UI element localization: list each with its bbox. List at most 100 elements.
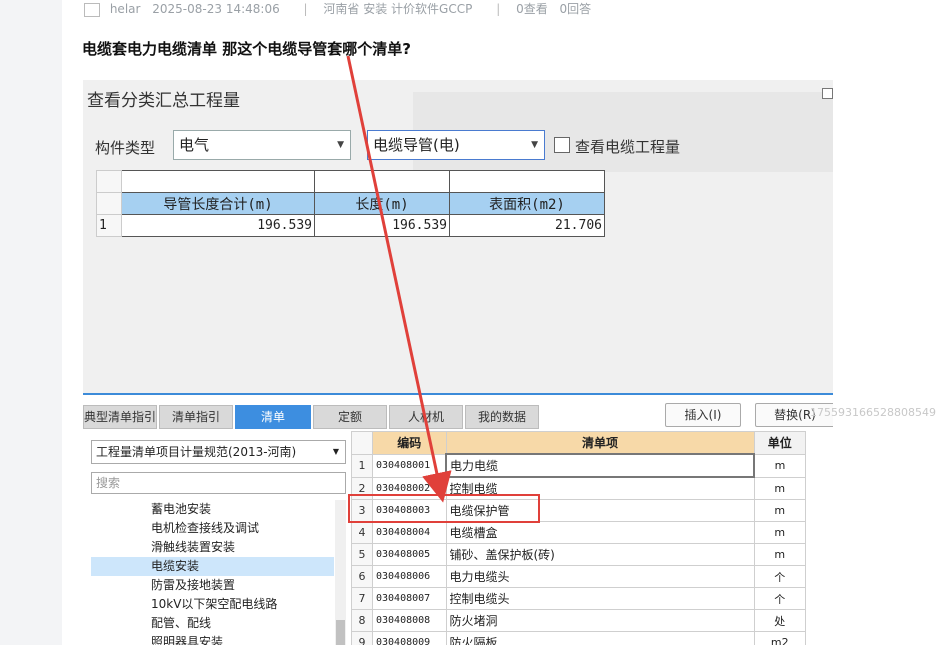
tree-item[interactable]: 滑触线装置安装 (91, 538, 334, 557)
row-number: 6 (351, 565, 373, 588)
unit-cell[interactable]: m (753, 453, 806, 478)
code-cell[interactable]: 030408008 (372, 609, 447, 632)
insert-button[interactable]: 插入(I) (665, 403, 741, 427)
search-input[interactable]: 搜索 (91, 472, 346, 494)
subtype-combo-value: 电缆导管(电) (373, 136, 460, 154)
tree-item[interactable]: 防雷及接地装置 (91, 576, 334, 595)
summary-cell[interactable]: 196.539 (314, 214, 450, 237)
tab-bar: 典型清单指引 清单指引 清单 定额 人材机 我的数据 插入(I) 替换(R) (83, 403, 833, 429)
tree-item[interactable]: 配管、配线 (91, 614, 334, 633)
unit-cell[interactable]: 处 (753, 609, 806, 632)
column-header[interactable]: 长度(m) (314, 192, 450, 215)
corner-cell (351, 431, 373, 455)
type-combo[interactable]: 电气 ▼ (173, 130, 351, 160)
author-name[interactable]: helar (110, 2, 141, 16)
chevron-down-icon: ▼ (531, 140, 538, 150)
unit-cell[interactable]: 个 (753, 565, 806, 588)
answer-count: 0回答 (559, 2, 592, 16)
name-cell[interactable]: 防火隔板 (445, 631, 755, 645)
tab-list[interactable]: 清单 (235, 405, 311, 429)
type-label: 构件类型 (95, 139, 156, 157)
avatar-broken-image-icon (84, 2, 100, 17)
post-meta: helar 2025-08-23 14:48:06 | 河南省 安装 计价软件G… (84, 0, 599, 17)
unit-cell[interactable]: m (753, 499, 806, 522)
unit-cell[interactable]: m (753, 521, 806, 544)
type-combo-value: 电气 (179, 136, 210, 154)
tab-list-guide[interactable]: 清单指引 (159, 405, 233, 429)
column-header[interactable]: 表面积(m2) (449, 192, 605, 215)
table-row[interactable]: 1 030408001 电力电缆 m (351, 453, 806, 478)
tree-item[interactable]: 10kV以下架空配电线路 (91, 595, 334, 614)
name-cell[interactable]: 电力电缆 (445, 453, 755, 478)
embedded-screenshot: 查看分类汇总工程量 构件类型 电气 ▼ 电缆导管(电) ▼ 查看电缆工程量 导管… (83, 80, 833, 645)
summary-table: 导管长度合计(m) 长度(m) 表面积(m2) 1 196.539 196.53… (96, 170, 605, 237)
tree-item-selected[interactable]: 电缆安装 (91, 557, 334, 576)
scrollbar-thumb[interactable] (336, 620, 345, 645)
row-number: 5 (351, 543, 373, 566)
cable-quantity-label: 查看电缆工程量 (575, 138, 681, 156)
column-header[interactable]: 导管长度合计(m) (121, 192, 315, 215)
unit-cell[interactable]: m2 (753, 631, 806, 645)
name-cell[interactable]: 铺砂、盖保护板(砖) (445, 543, 755, 566)
row-number: 7 (351, 587, 373, 610)
row-header (96, 192, 122, 215)
tree-item[interactable]: 照明器具安装 (91, 633, 334, 645)
maximize-icon (822, 88, 833, 99)
summary-cell[interactable]: 21.706 (449, 214, 605, 237)
row-number: 8 (351, 609, 373, 632)
row-number: 4 (351, 521, 373, 544)
cable-quantity-checkbox[interactable] (554, 137, 570, 153)
category-tree: 蓄电池安装 电机检查接线及调试 滑触线装置安装 电缆安装 防雷及接地装置 10k… (91, 500, 334, 645)
table-row[interactable]: 7 030408007 控制电缆头 个 (351, 587, 806, 610)
post-tags[interactable]: 河南省 安装 计价软件GCCP (323, 2, 472, 16)
code-cell[interactable]: 030408004 (372, 521, 447, 544)
summary-cell[interactable]: 196.539 (121, 214, 315, 237)
corner-cell (96, 170, 122, 193)
chevron-down-icon: ▼ (332, 447, 339, 456)
blank-header-cell (449, 170, 605, 193)
code-cell[interactable]: 030408007 (372, 587, 447, 610)
left-panel: 工程量清单项目计量规范(2013-河南) ▼ 搜索 蓄电池安装 电机检查接线及调… (91, 440, 346, 645)
name-cell[interactable]: 防火堵洞 (445, 609, 755, 632)
code-cell[interactable]: 030408009 (372, 631, 447, 645)
separator: | (496, 2, 501, 16)
code-cell[interactable]: 030408005 (372, 543, 447, 566)
column-header-code[interactable]: 编码 (372, 431, 447, 455)
tree-scrollbar[interactable] (335, 500, 346, 645)
name-cell[interactable]: 控制电缆头 (445, 587, 755, 610)
code-cell[interactable]: 030408006 (372, 565, 447, 588)
tab-quota[interactable]: 定额 (313, 405, 387, 429)
tab-my-data[interactable]: 我的数据 (465, 405, 539, 429)
tree-item[interactable]: 电机检查接线及调试 (91, 519, 334, 538)
subtype-combo[interactable]: 电缆导管(电) ▼ (367, 130, 545, 160)
table-row[interactable]: 9 030408009 防火隔板 m2 (351, 631, 806, 645)
tab-materials[interactable]: 人材机 (389, 405, 463, 429)
column-header-item[interactable]: 清单项 (445, 431, 755, 455)
unit-cell[interactable]: 个 (753, 587, 806, 610)
highlight-box (348, 494, 540, 523)
dialog-title: 查看分类汇总工程量 (87, 91, 240, 111)
name-cell[interactable]: 电缆槽盒 (445, 521, 755, 544)
tab-typical-guide[interactable]: 典型清单指引 (83, 405, 157, 429)
blank-header-cell (121, 170, 315, 193)
spec-select[interactable]: 工程量清单项目计量规范(2013-河南) ▼ (91, 440, 346, 464)
list-table: 编码 清单项 单位 1 030408001 电力电缆 m 2 030408002… (351, 431, 806, 645)
view-count: 0查看 (516, 2, 548, 16)
tree-item[interactable]: 蓄电池安装 (91, 500, 334, 519)
table-row[interactable]: 6 030408006 电力电缆头 个 (351, 565, 806, 588)
table-row[interactable]: 4 030408004 电缆槽盒 m (351, 521, 806, 544)
row-number: 9 (351, 631, 373, 645)
table-row[interactable]: 5 030408005 铺砂、盖保护板(砖) m (351, 543, 806, 566)
table-row[interactable]: 8 030408008 防火堵洞 处 (351, 609, 806, 632)
row-number: 1 (96, 214, 122, 237)
column-header-unit[interactable]: 单位 (753, 431, 806, 455)
image-id-watermark: 1755931665288085496 (810, 406, 936, 419)
unit-cell[interactable]: m (753, 543, 806, 566)
name-cell[interactable]: 电力电缆头 (445, 565, 755, 588)
blank-header-cell (314, 170, 450, 193)
unit-cell[interactable]: m (753, 476, 806, 500)
chevron-down-icon: ▼ (337, 140, 344, 150)
separator: | (303, 2, 308, 16)
code-cell[interactable]: 030408001 (372, 453, 447, 478)
post-datetime: 2025-08-23 14:48:06 (152, 2, 280, 16)
